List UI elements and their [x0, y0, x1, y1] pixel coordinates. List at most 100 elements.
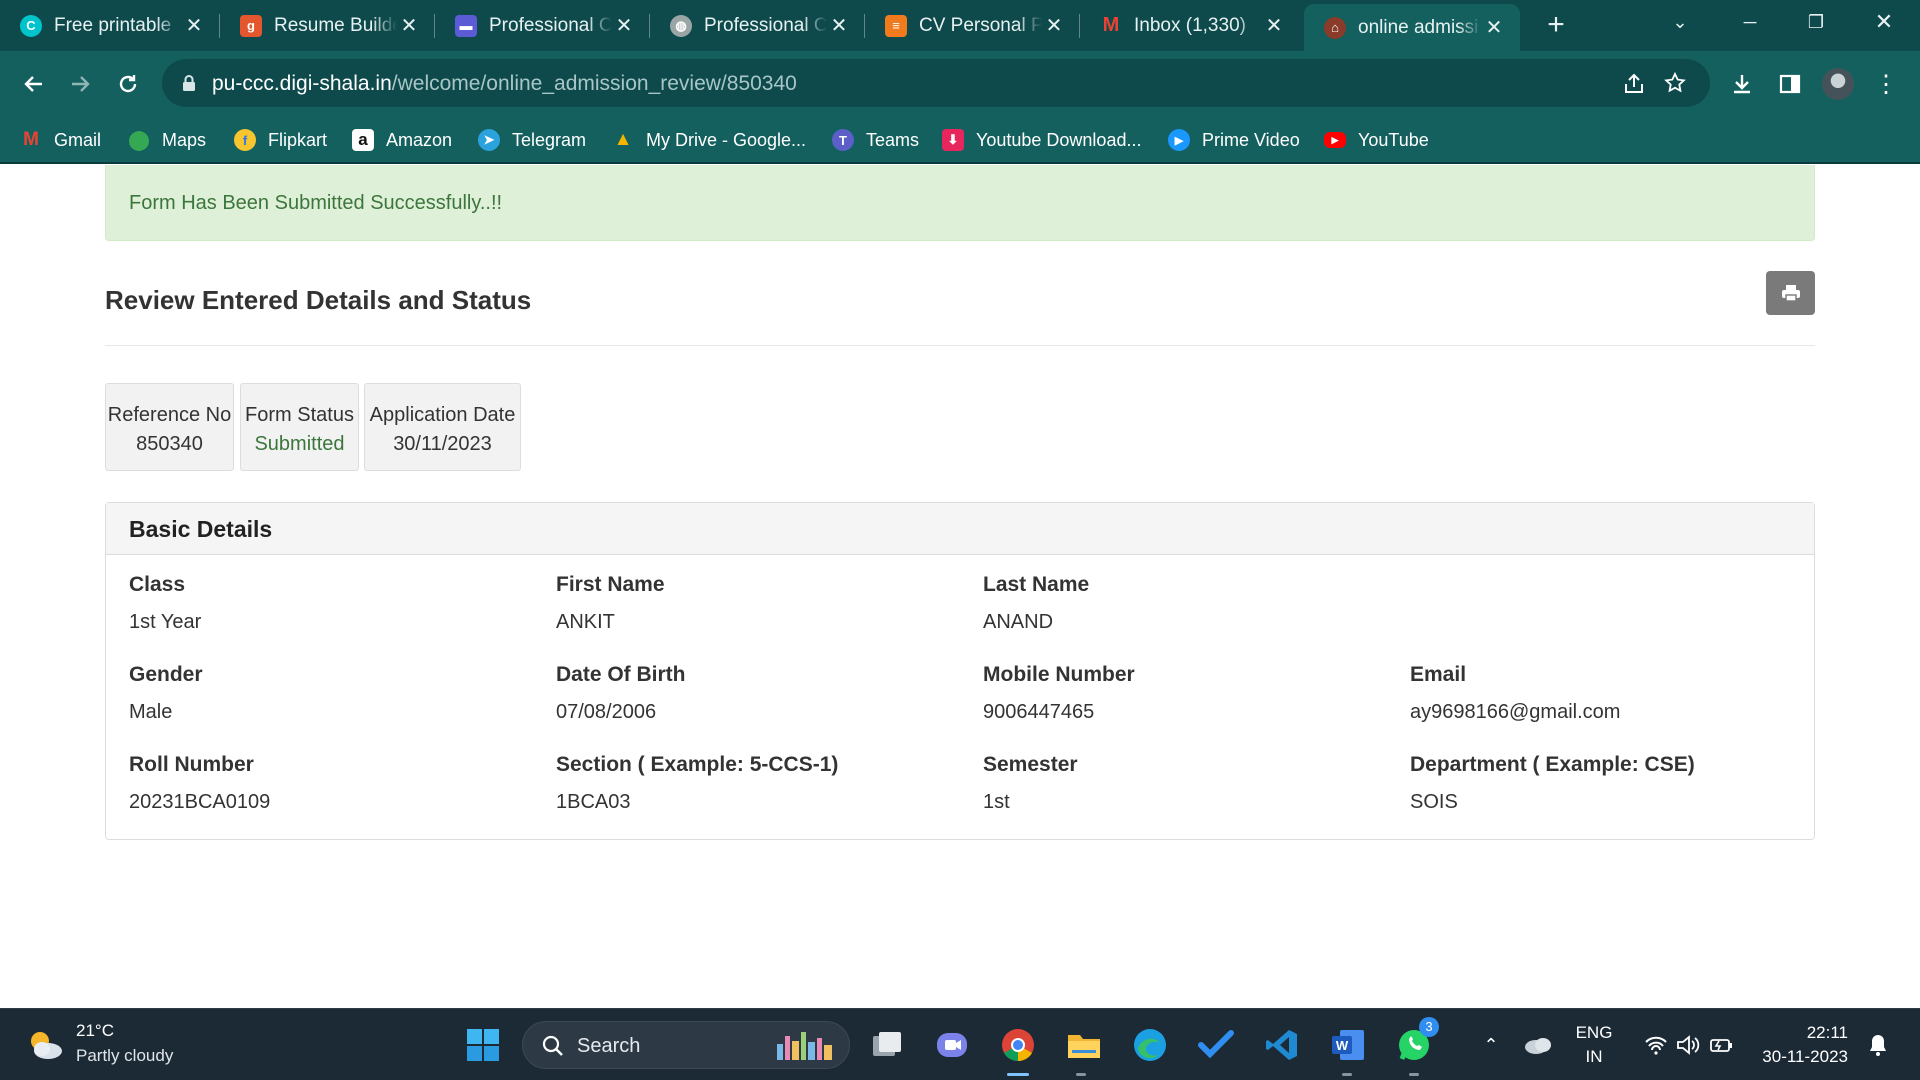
- word-button[interactable]: W: [1328, 1025, 1368, 1065]
- success-alert: Form Has Been Submitted Successfully..!!: [105, 165, 1815, 241]
- form-status-box: Form Status Submitted: [240, 383, 359, 471]
- bookmark-youtube-download[interactable]: ⬇ Youtube Download...: [942, 124, 1141, 156]
- basic-details-panel: Basic Details Class 1st Year First Name …: [105, 502, 1815, 840]
- dob-label: Date Of Birth: [556, 663, 686, 686]
- bookmark-star-icon[interactable]: [1663, 71, 1687, 95]
- notifications-button[interactable]: [1858, 1025, 1898, 1065]
- active-indicator: [1007, 1073, 1029, 1076]
- department-value: SOIS: [1410, 791, 1458, 813]
- roll-number-value: 20231BCA0109: [129, 791, 271, 813]
- page-title: Review Entered Details and Status: [105, 285, 532, 315]
- show-hidden-icons-chevron[interactable]: ⌃: [1471, 1025, 1511, 1065]
- reference-label: Reference No: [107, 404, 232, 426]
- dob-value: 07/08/2006: [556, 701, 657, 723]
- edge-button[interactable]: [1130, 1025, 1170, 1065]
- tab-strip: C Free printable ✕ g Resume Builder ✕ ▬ …: [0, 0, 1920, 51]
- todo-button[interactable]: [1196, 1025, 1236, 1065]
- builder-icon: ▬: [455, 14, 477, 37]
- bookmark-teams[interactable]: T Teams: [832, 124, 919, 156]
- department-label: Department ( Example: CSE): [1410, 753, 1695, 776]
- quick-settings-button[interactable]: [1634, 1025, 1744, 1065]
- tab-label: CV Personal Pr: [919, 14, 1042, 36]
- url-text: pu-ccc.digi-shala.in/welcome/online_admi…: [212, 72, 797, 96]
- folder-icon: [1068, 1035, 1100, 1058]
- weather-temperature: 21°C: [76, 1021, 114, 1040]
- start-button[interactable]: [463, 1025, 503, 1065]
- forward-button[interactable]: [60, 64, 100, 104]
- browser-toolbar: pu-ccc.digi-shala.in/welcome/online_admi…: [0, 51, 1920, 116]
- downloads-button[interactable]: [1722, 64, 1762, 104]
- back-button[interactable]: [14, 64, 54, 104]
- maps-pin-icon: ⬤: [128, 129, 150, 151]
- windows-logo-icon: [467, 1029, 499, 1061]
- reload-button[interactable]: [108, 64, 148, 104]
- partly-cloudy-icon: [31, 1032, 62, 1059]
- word-icon: W: [1332, 1030, 1364, 1060]
- clock-date[interactable]: 30-11-2023: [1752, 1047, 1848, 1067]
- close-icon[interactable]: ✕: [827, 13, 851, 38]
- onedrive-button[interactable]: [1518, 1025, 1558, 1065]
- bookmark-youtube[interactable]: ▶ YouTube: [1324, 124, 1429, 156]
- gmail-icon: M: [1102, 14, 1120, 36]
- notification-badge: 3: [1419, 1017, 1439, 1037]
- language-bottom[interactable]: IN: [1570, 1047, 1618, 1067]
- amazon-icon: a: [352, 129, 374, 151]
- tab-inbox[interactable]: M Inbox (1,330) ✕: [1080, 0, 1300, 51]
- minimize-icon[interactable]: ─: [1720, 0, 1780, 44]
- weather-widget-button[interactable]: [24, 1027, 66, 1063]
- bookmark-maps[interactable]: ⬤ Maps: [128, 124, 206, 156]
- tab-label: Resume Builder: [274, 14, 397, 36]
- close-icon[interactable]: ✕: [397, 13, 421, 38]
- close-icon[interactable]: ✕: [1042, 13, 1066, 38]
- task-view-icon: [873, 1032, 901, 1056]
- vscode-button[interactable]: [1262, 1025, 1302, 1065]
- download-arrow-icon: ⬇: [942, 129, 964, 151]
- profile-button[interactable]: [1818, 64, 1858, 104]
- tab-label: online admissi: [1358, 16, 1479, 38]
- panel-heading: Basic Details: [106, 503, 1814, 555]
- bookmark-my-drive[interactable]: ▲ My Drive - Google...: [612, 124, 806, 156]
- forward-arrow-icon: [72, 76, 90, 92]
- vscode-icon: [1266, 1030, 1297, 1060]
- close-icon[interactable]: ✕: [1482, 15, 1506, 40]
- share-icon[interactable]: [1622, 72, 1646, 96]
- search-placeholder: Search: [577, 1035, 641, 1057]
- close-window-icon[interactable]: ✕: [1854, 0, 1914, 44]
- language-top[interactable]: ENG: [1570, 1023, 1618, 1043]
- address-bar[interactable]: pu-ccc.digi-shala.in/welcome/online_admi…: [162, 59, 1710, 107]
- tab-cv-personal[interactable]: ≡ CV Personal Pr ✕: [865, 0, 1080, 51]
- teams-chat-button[interactable]: [932, 1025, 972, 1065]
- last-name-label: Last Name: [983, 573, 1090, 596]
- new-tab-button[interactable]: +: [1538, 8, 1574, 44]
- email-value: ay9698166@gmail.com: [1410, 701, 1621, 723]
- print-button[interactable]: [1766, 271, 1815, 315]
- google-drive-icon: ▲: [613, 129, 633, 150]
- close-icon[interactable]: ✕: [612, 13, 636, 38]
- bookmark-amazon[interactable]: a Amazon: [352, 124, 452, 156]
- bookmark-flipkart[interactable]: f Flipkart: [234, 124, 327, 156]
- taskbar-search-box[interactable]: Search: [522, 1021, 850, 1069]
- file-explorer-button[interactable]: [1064, 1025, 1104, 1065]
- restore-icon[interactable]: ❐: [1786, 0, 1846, 44]
- tab-professional-1[interactable]: ▬ Professional C ✕: [435, 0, 650, 51]
- bookmark-telegram[interactable]: ➤ Telegram: [478, 124, 586, 156]
- bookmark-label: Amazon: [386, 129, 453, 150]
- side-panel-button[interactable]: [1770, 64, 1810, 104]
- menu-kebab-icon[interactable]: ⋮: [1866, 64, 1906, 104]
- tab-online-admission[interactable]: ⌂ online admissi ✕: [1304, 4, 1520, 51]
- bookmark-gmail[interactable]: M Gmail: [20, 124, 101, 156]
- mobile-value: 9006447465: [983, 701, 1095, 723]
- tab-free-printable[interactable]: C Free printable ✕: [0, 0, 220, 51]
- tab-professional-2[interactable]: ◍ Professional C ✕: [650, 0, 865, 51]
- tab-label: Professional C: [704, 14, 827, 36]
- task-view-button[interactable]: [867, 1025, 907, 1065]
- bookmark-label: Prime Video: [1202, 129, 1300, 150]
- clock-time[interactable]: 22:11: [1752, 1023, 1848, 1043]
- close-icon[interactable]: ✕: [1262, 13, 1286, 38]
- tab-resume-builder[interactable]: g Resume Builder ✕: [220, 0, 435, 51]
- tab-search-icon[interactable]: ⌄: [1650, 0, 1710, 44]
- close-icon[interactable]: ✕: [182, 13, 206, 38]
- bookmark-label: My Drive - Google...: [646, 129, 807, 150]
- bookmark-prime-video[interactable]: ▶ Prime Video: [1168, 124, 1300, 156]
- chrome-taskbar-button[interactable]: [998, 1025, 1038, 1065]
